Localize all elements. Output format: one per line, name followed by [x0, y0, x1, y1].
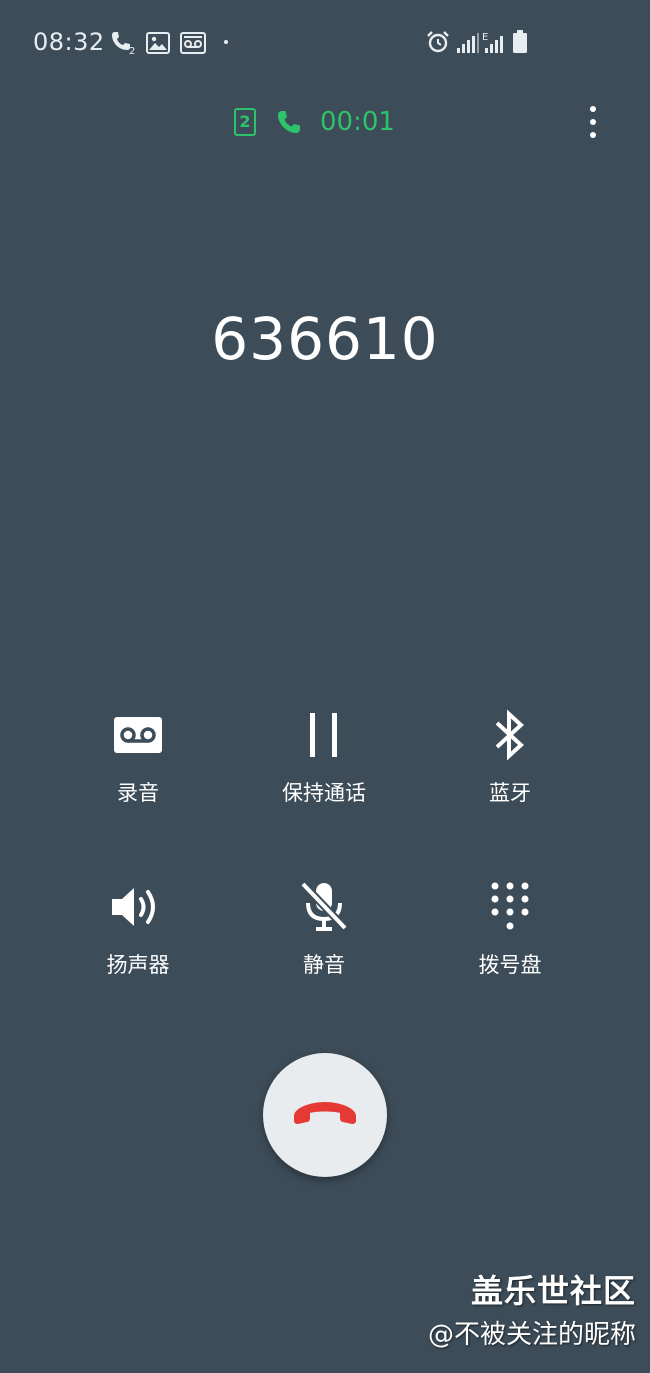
in-call-screen: 08:32 2 E 2 00:01 636610 录音 保持通话 蓝牙 扬声器 … [0, 0, 650, 1373]
more-dot-icon [590, 132, 596, 138]
record-button[interactable]: 录音 [45, 705, 231, 877]
end-call-button[interactable] [263, 1053, 387, 1177]
bluetooth-label: 蓝牙 [489, 781, 531, 805]
signal-e-icon: E [482, 30, 508, 58]
more-options-button[interactable] [580, 104, 606, 140]
call-header: 2 00:01 [0, 104, 650, 140]
record-icon [108, 705, 168, 765]
network-type-label: E [482, 32, 488, 43]
hold-call-label: 保持通话 [282, 781, 366, 805]
watermark: 盖乐世社区 @不被关注的昵称 [428, 1266, 636, 1351]
mic-off-icon [294, 877, 354, 937]
call-sim2-icon: 2 [110, 30, 138, 58]
caller-number: 636610 [211, 305, 439, 373]
more-dot-icon [590, 119, 596, 125]
call-duration: 00:01 [320, 107, 395, 137]
svg-text:2: 2 [129, 46, 135, 54]
speaker-icon [108, 877, 168, 937]
sim-badge: 2 [234, 108, 256, 136]
speaker-button[interactable]: 扬声器 [45, 877, 231, 995]
dialpad-icon [480, 877, 540, 937]
more-dot-icon [590, 106, 596, 112]
voicemail-icon [180, 32, 206, 58]
bluetooth-button[interactable]: 蓝牙 [417, 705, 603, 877]
battery-icon [512, 30, 528, 58]
gallery-icon [146, 32, 170, 58]
hold-call-button[interactable]: 保持通话 [231, 705, 417, 877]
alarm-icon [426, 30, 450, 58]
status-bar: 08:32 2 E [0, 0, 650, 86]
end-call-icon [290, 1098, 360, 1132]
dialpad-button[interactable]: 拨号盘 [417, 877, 603, 995]
dialpad-label: 拨号盘 [478, 953, 542, 977]
watermark-title: 盖乐世社区 [470, 1272, 636, 1310]
speaker-label: 扬声器 [106, 953, 170, 977]
signal-icon [456, 32, 480, 58]
notification-more-dot [224, 40, 228, 44]
watermark-user: @不被关注的昵称 [427, 1320, 636, 1350]
bluetooth-icon [480, 705, 540, 765]
call-controls: 录音 保持通话 蓝牙 扬声器 静音 拨号盘 [45, 705, 605, 995]
status-time: 08:32 [33, 28, 105, 56]
mute-label: 静音 [303, 953, 345, 977]
mute-button[interactable]: 静音 [231, 877, 417, 995]
pause-icon [294, 705, 354, 765]
active-call-icon [276, 109, 302, 139]
record-label: 录音 [117, 781, 159, 805]
